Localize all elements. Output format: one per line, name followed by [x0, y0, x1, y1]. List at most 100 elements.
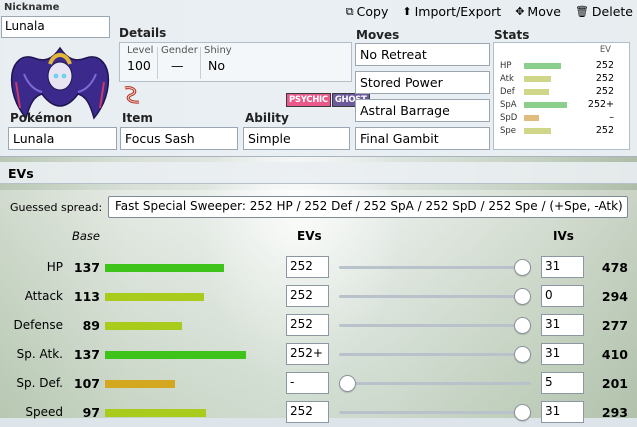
- ev-slider-thumb[interactable]: [514, 404, 531, 421]
- copy-button[interactable]: ⧉ Copy: [346, 4, 389, 19]
- ev-slider-thumb[interactable]: [339, 375, 356, 392]
- details-button[interactable]: Level 100 Gender — Shiny No: [119, 42, 352, 82]
- stat-summary-ev: –: [609, 112, 614, 123]
- guessed-spread-select[interactable]: Fast Special Sweeper: 252 HP / 252 Def /…: [108, 196, 628, 218]
- item-label: Item: [122, 111, 153, 125]
- base-stat-bar: [105, 264, 224, 272]
- moves-title: Moves: [356, 28, 400, 42]
- iv-input[interactable]: 0: [541, 285, 584, 307]
- stats-summary-button[interactable]: EV HP 252 Atk 252 Def 252 SpA 252+ SpD – Spe 252: [493, 42, 630, 150]
- stat-total-value: 410: [601, 347, 628, 362]
- delete-label: Delete: [591, 4, 633, 19]
- item-input[interactable]: Focus Sash: [120, 127, 238, 150]
- stat-summary-ev: 252: [595, 73, 614, 84]
- pokemon-species-input[interactable]: Lunala: [8, 127, 117, 150]
- stat-summary-ev: 252+: [587, 99, 614, 110]
- stat-summary-row: Atk 252: [494, 73, 631, 86]
- ev-row: Speed 97 252 31 293: [0, 401, 637, 427]
- gender-column: Gender —: [161, 45, 198, 73]
- base-column-header: Base: [72, 229, 101, 243]
- import-export-button[interactable]: ⬆ Import/Export: [402, 4, 501, 19]
- base-stat-bar: [105, 409, 206, 417]
- upload-icon: ⬆: [402, 5, 412, 18]
- action-bar: ⧉ Copy ⬆ Import/Export ✥ Move 🗑 Delete: [346, 4, 633, 19]
- iv-input[interactable]: 31: [541, 314, 584, 336]
- base-stat-value: 137: [73, 260, 100, 275]
- move-input-2[interactable]: Stored Power: [355, 71, 490, 94]
- ev-row: Sp. Def. 107 - 5 201: [0, 372, 637, 398]
- pokemon-label: Pokémon: [10, 111, 73, 125]
- ev-row: Sp. Atk. 137 252+ 31 410: [0, 343, 637, 369]
- stat-summary-ev: 252: [595, 86, 614, 97]
- delete-button[interactable]: 🗑 Delete: [575, 4, 633, 19]
- ev-slider-thumb[interactable]: [514, 259, 531, 276]
- stat-total-value: 294: [601, 289, 628, 304]
- ev-input[interactable]: 252+: [286, 343, 329, 365]
- ev-slider-track[interactable]: [339, 295, 531, 298]
- ev-slider-thumb[interactable]: [514, 317, 531, 334]
- shiny-value: No: [208, 58, 225, 73]
- base-stat-value: 89: [82, 318, 100, 333]
- iv-input[interactable]: 31: [541, 401, 584, 423]
- stat-summary-ev: 252: [595, 60, 614, 71]
- ev-input[interactable]: 252: [286, 256, 329, 278]
- ivs-column-header: IVs: [553, 229, 574, 243]
- ev-slider-track[interactable]: [339, 411, 531, 414]
- base-stat-bar: [105, 293, 204, 301]
- trash-icon: 🗑: [574, 5, 589, 18]
- stat-total-value: 478: [601, 260, 628, 275]
- ev-slider-track[interactable]: [339, 324, 531, 327]
- stat-total-value: 201: [601, 376, 628, 391]
- move-button[interactable]: ✥ Move: [515, 4, 561, 19]
- iv-input[interactable]: 31: [541, 256, 584, 278]
- ev-input[interactable]: 252: [286, 401, 329, 423]
- ev-input[interactable]: 252: [286, 314, 329, 336]
- evs-section-header: EVs: [0, 162, 637, 184]
- shiny-column: Shiny No: [204, 45, 232, 73]
- stat-summary-ev: 252: [595, 125, 614, 136]
- stat-summary-bar: [524, 128, 551, 134]
- stat-summary-bar: [524, 76, 551, 82]
- move-input-4[interactable]: Final Gambit: [355, 127, 490, 150]
- base-stat-bar: [105, 322, 182, 330]
- ev-slider-track[interactable]: [339, 382, 531, 385]
- stat-name: Defense: [13, 318, 63, 332]
- iv-input[interactable]: 5: [541, 372, 584, 394]
- stat-summary-row: SpA 252+: [494, 99, 631, 112]
- gender-label: Gender: [161, 45, 198, 56]
- iv-input[interactable]: 31: [541, 343, 584, 365]
- details-divider: [200, 47, 201, 79]
- stat-name: Sp. Atk.: [16, 347, 63, 361]
- ability-input[interactable]: Simple: [243, 127, 350, 150]
- level-column: Level 100: [127, 45, 153, 73]
- move-input-1[interactable]: No Retreat: [355, 43, 490, 66]
- stat-summary-row: SpD –: [494, 112, 631, 125]
- ev-input[interactable]: -: [286, 372, 329, 394]
- stat-summary-label: SpA: [500, 100, 517, 110]
- base-stat-value: 107: [73, 376, 100, 391]
- ev-input[interactable]: 252: [286, 285, 329, 307]
- stat-summary-bar: [524, 115, 539, 121]
- move-input-3[interactable]: Astral Barrage: [355, 99, 490, 122]
- type-badge-psychic: PSYCHIC: [286, 93, 331, 107]
- stat-name: HP: [46, 260, 63, 274]
- details-title: Details: [119, 26, 167, 40]
- pokemon-sprite: [10, 46, 110, 120]
- ev-slider-track[interactable]: [339, 266, 531, 269]
- ev-slider-thumb[interactable]: [514, 288, 531, 305]
- copy-icon: ⧉: [345, 4, 354, 18]
- base-stat-bar: [105, 380, 175, 388]
- import-export-label: Import/Export: [414, 4, 502, 19]
- stat-summary-label: Spe: [500, 126, 517, 136]
- copy-label: Copy: [356, 4, 389, 19]
- pokemon-summary-panel: ⧉ Copy ⬆ Import/Export ✥ Move 🗑 Delete N…: [0, 0, 637, 157]
- base-stat-value: 113: [73, 289, 100, 304]
- stat-name: Attack: [24, 289, 63, 303]
- evs-column-header: EVs: [297, 229, 322, 243]
- nickname-input[interactable]: Lunala: [1, 16, 110, 38]
- ev-slider-thumb[interactable]: [514, 346, 531, 363]
- stats-title: Stats: [494, 28, 530, 42]
- base-stat-bar: [105, 351, 246, 359]
- ev-row: Defense 89 252 31 277: [0, 314, 637, 340]
- ev-slider-track[interactable]: [339, 353, 531, 356]
